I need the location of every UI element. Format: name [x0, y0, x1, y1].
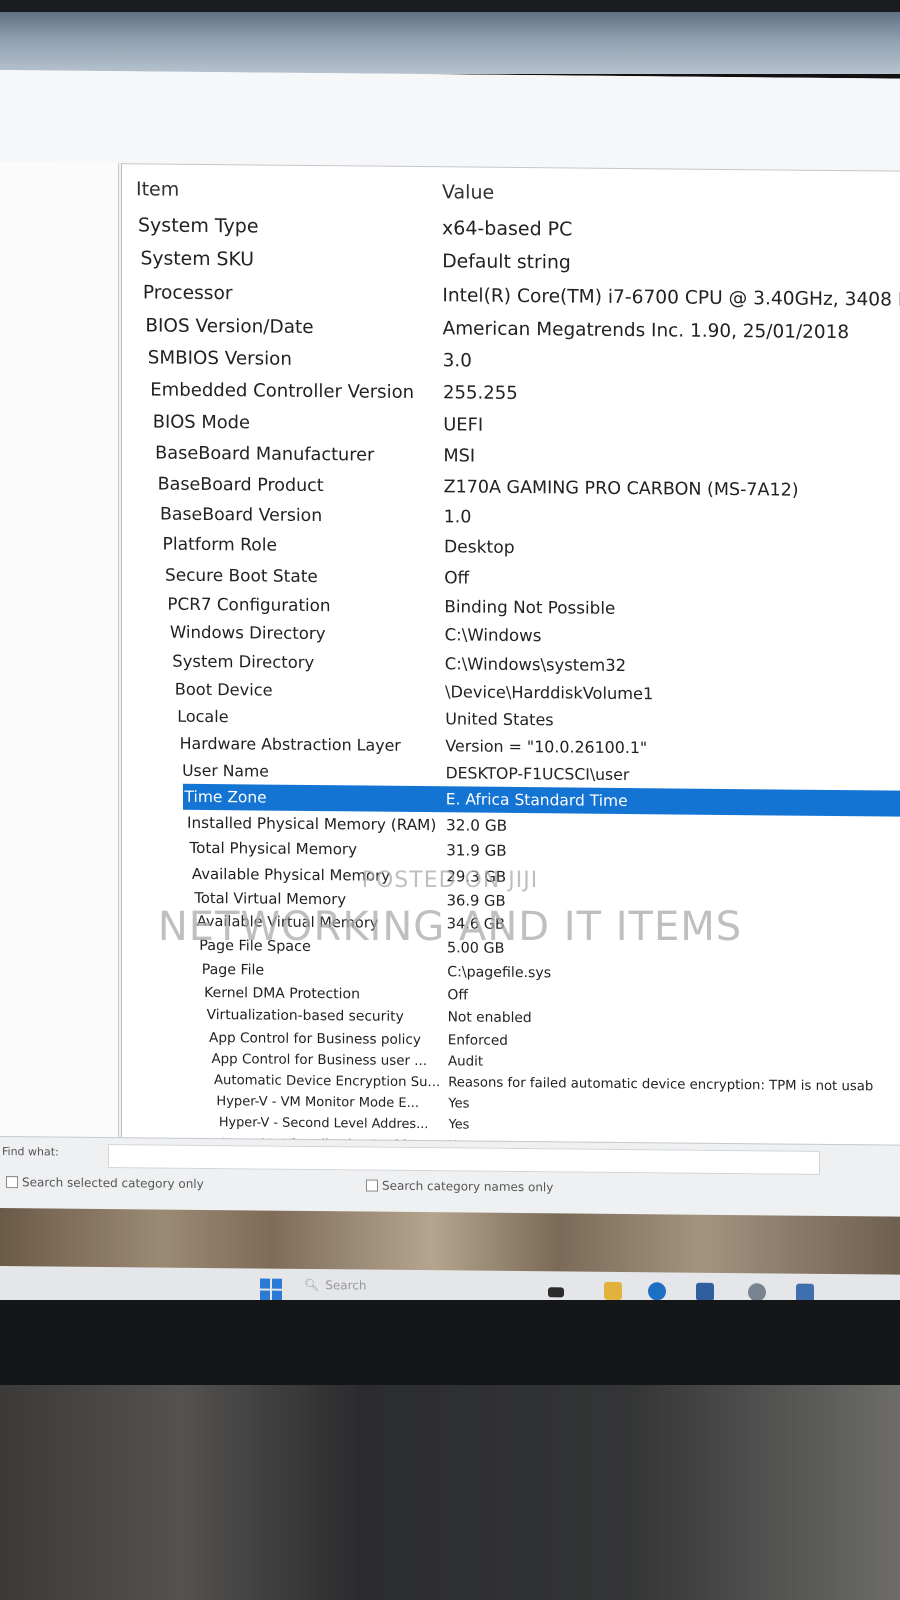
detail-item: Available Virtual Memory [196, 914, 379, 933]
detail-item: App Control for Business policy [209, 1029, 421, 1048]
detail-value: Version = "10.0.26100.1" [445, 736, 648, 758]
edge-browser-icon[interactable] [648, 1282, 666, 1301]
detail-value: E. Africa Standard Time [445, 790, 628, 811]
detail-item: Total Virtual Memory [194, 889, 347, 909]
detail-item: Available Physical Memory [191, 864, 391, 885]
detail-value: C:\Windows [444, 625, 542, 646]
detail-item: BIOS Mode [152, 411, 251, 434]
detail-value: 29.3 GB [446, 866, 507, 886]
detail-item: Virtualization-based security [206, 1007, 404, 1026]
detail-value: 34.6 GB [446, 916, 505, 934]
detail-item: BaseBoard Product [157, 474, 324, 496]
detail-item: Boot Device [174, 679, 273, 700]
detail-item: System Type [138, 214, 259, 238]
detail-item: User Name [182, 760, 269, 781]
detail-value: Off [447, 987, 469, 1004]
find-label: Find what: [2, 1145, 59, 1159]
details-list: System Type x64-based PC System SKU Default… [122, 208, 900, 1178]
detail-value: Not enabled [447, 1009, 532, 1027]
detail-value: x64-based PC [442, 217, 573, 241]
settings-gear-icon[interactable] [748, 1283, 766, 1302]
window-title-area [0, 70, 900, 171]
detail-item: Page File Space [199, 938, 311, 956]
detail-value: UEFI [443, 414, 484, 436]
detail-value: Intel(R) Core(TM) i7-6700 CPU @ 3.40GHz,… [442, 284, 900, 311]
detail-value: Yes [448, 1116, 470, 1133]
detail-value: C:\Windows\system32 [444, 654, 627, 675]
column-header-item[interactable]: Item [136, 172, 179, 206]
task-view-icon[interactable] [548, 1287, 564, 1298]
store-icon[interactable] [696, 1282, 714, 1301]
detail-value: 31.9 GB [446, 841, 507, 861]
details-pane[interactable]: Item Value System Type x64-based PC System… [121, 163, 900, 1218]
detail-item: Embedded Controller Version [150, 379, 415, 404]
column-header-value[interactable]: Value [442, 175, 494, 210]
detail-value: C:\pagefile.sys [447, 964, 552, 982]
detail-value: American Megatrends Inc. 1.90, 25/01/201… [442, 317, 850, 343]
detail-value: Desktop [444, 537, 515, 559]
detail-value: 5.00 GB [447, 940, 505, 958]
file-explorer-icon[interactable] [604, 1281, 622, 1300]
detail-item: SMBIOS Version [147, 347, 292, 370]
taskbar-search[interactable]: 🔍︎ Search [304, 1278, 366, 1293]
search-icon: 🔍︎ [304, 1277, 320, 1293]
search-selected-checkbox[interactable]: Search selected category only [6, 1175, 204, 1191]
detail-item: App Control for Business user ... [211, 1051, 428, 1069]
detail-value: Binding Not Possible [444, 596, 616, 618]
detail-item: Installed Physical Memory (RAM) [187, 813, 437, 835]
detail-item: Automatic Device Encryption Su... [213, 1073, 441, 1091]
room-background [0, 1385, 900, 1600]
detail-value: Enforced [447, 1031, 508, 1049]
checkbox-icon[interactable] [6, 1176, 18, 1189]
detail-value: Off [444, 567, 470, 588]
detail-value: 1.0 [443, 507, 472, 528]
detail-value: DESKTOP-F1UCSCI\user [445, 763, 630, 785]
detail-item: BaseBoard Version [160, 504, 323, 527]
detail-item: BaseBoard Manufacturer [155, 443, 375, 466]
detail-item: Locale [177, 707, 229, 727]
search-names-label: Search category names only [382, 1178, 554, 1195]
detail-item: Secure Boot State [164, 564, 318, 586]
monitor-bezel-bottom [0, 1300, 900, 1390]
screen: Item Value System Type x64-based PC System… [0, 70, 900, 1315]
windows-start-icon[interactable] [260, 1278, 282, 1301]
detail-item: PCR7 Configuration [167, 593, 331, 616]
detail-item: Platform Role [162, 534, 278, 556]
detail-value: 36.9 GB [446, 892, 506, 910]
detail-item: Windows Directory [169, 622, 326, 644]
detail-item: Hyper-V - Second Level Addres... [218, 1114, 429, 1132]
checkbox-icon[interactable] [366, 1179, 378, 1192]
taskbar-search-placeholder: Search [325, 1278, 367, 1293]
detail-item: Page File [201, 961, 265, 979]
detail-item: Processor [142, 282, 233, 304]
detail-value: Reasons for failed automatic device encr… [448, 1075, 874, 1095]
detail-value: 32.0 GB [446, 816, 508, 835]
detail-item: System Directory [172, 651, 315, 672]
detail-value: MSI [443, 446, 476, 467]
category-tree-pane[interactable] [0, 162, 119, 1204]
detail-item: System SKU [140, 248, 255, 271]
detail-value: Z170A GAMING PRO CARBON (MS-7A12) [443, 476, 799, 501]
detail-value: Default string [442, 251, 571, 274]
detail-value: Yes [448, 1096, 470, 1112]
detail-value: \Device\HarddiskVolume1 [445, 682, 654, 704]
detail-value: United States [445, 709, 554, 730]
detail-item: Time Zone [184, 787, 267, 807]
desktop-background-top [0, 12, 900, 74]
detail-value: Audit [448, 1054, 484, 1070]
detail-value: 255.255 [443, 382, 518, 405]
detail-item: Hardware Abstraction Layer [179, 734, 401, 756]
search-selected-label: Search selected category only [22, 1175, 204, 1191]
detail-item: BIOS Version/Date [145, 315, 314, 338]
detail-item: Hyper-V - VM Monitor Mode E... [216, 1094, 420, 1112]
find-bar: Find what: Search selected category only… [0, 1136, 900, 1218]
detail-item: Kernel DMA Protection [204, 984, 360, 1003]
find-input[interactable] [108, 1144, 820, 1175]
detail-value: 3.0 [442, 350, 472, 372]
detail-item: Total Physical Memory [189, 839, 358, 859]
search-names-checkbox[interactable]: Search category names only [366, 1178, 554, 1195]
